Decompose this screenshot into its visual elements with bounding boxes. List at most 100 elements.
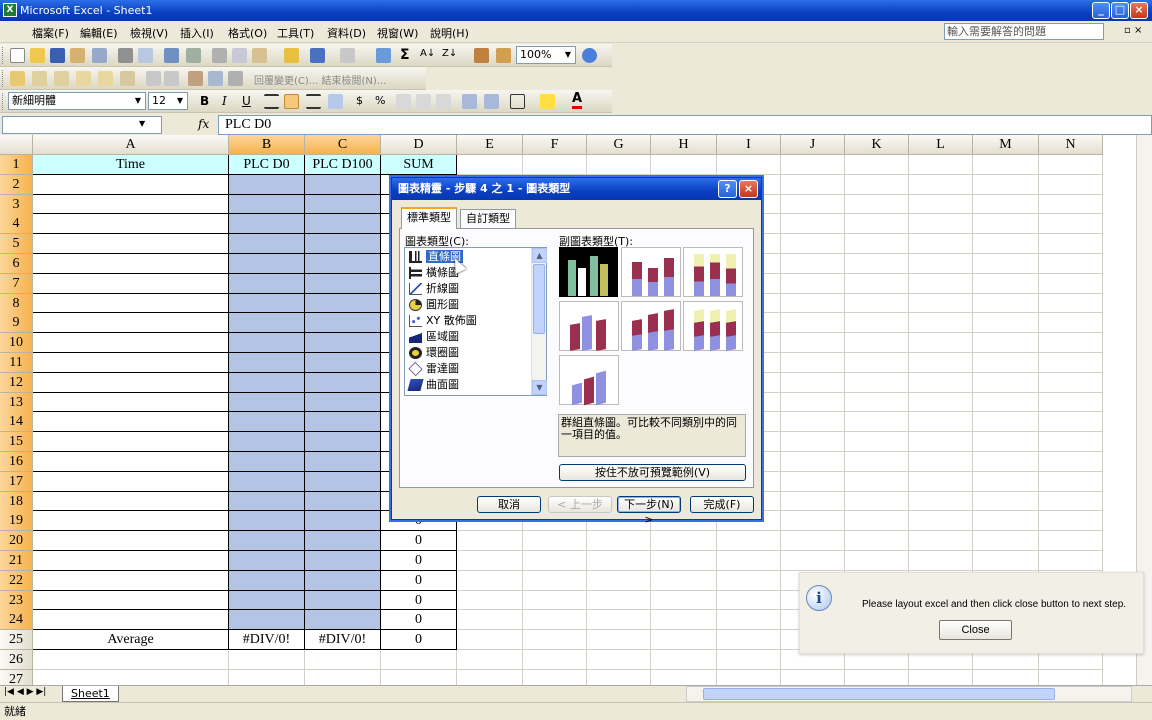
cell-K13[interactable] bbox=[845, 392, 909, 413]
sort-descending-icon[interactable]: Z↓ bbox=[442, 48, 457, 59]
cell-J8[interactable] bbox=[781, 293, 845, 314]
cell-C25[interactable]: #DIV/0! bbox=[305, 630, 381, 650]
toolbar-grip[interactable] bbox=[2, 70, 5, 87]
list-item-line[interactable]: 折線圖 bbox=[407, 281, 529, 297]
cell-K2[interactable] bbox=[845, 174, 909, 195]
cell-G20[interactable] bbox=[587, 531, 651, 551]
cell-J2[interactable] bbox=[781, 174, 845, 195]
cell-C21[interactable] bbox=[305, 551, 381, 571]
next-comment-icon[interactable] bbox=[54, 71, 69, 86]
cell-M8[interactable] bbox=[973, 293, 1039, 314]
cell-L16[interactable] bbox=[909, 452, 973, 472]
cell-K14[interactable] bbox=[845, 412, 909, 433]
cancel-button[interactable]: 取消 bbox=[477, 496, 541, 513]
cell-K17[interactable] bbox=[845, 471, 909, 492]
cell-K3[interactable] bbox=[845, 194, 909, 215]
cell-F25[interactable] bbox=[523, 630, 587, 650]
cell-B24[interactable] bbox=[229, 610, 305, 631]
font-name-select[interactable]: 新細明體 ▼ bbox=[8, 92, 146, 110]
cell-I24[interactable] bbox=[717, 610, 781, 631]
copy-icon[interactable] bbox=[232, 48, 247, 63]
cell-K9[interactable] bbox=[845, 313, 909, 334]
font-size-select[interactable]: 12 ▼ bbox=[148, 92, 188, 110]
send-email-icon[interactable] bbox=[208, 71, 223, 86]
cell-C17[interactable] bbox=[305, 471, 381, 492]
cell-A7[interactable] bbox=[33, 273, 229, 294]
cell-A6[interactable] bbox=[33, 254, 229, 274]
cell-M3[interactable] bbox=[973, 194, 1039, 215]
new-icon[interactable] bbox=[10, 48, 25, 63]
cell-K5[interactable] bbox=[845, 234, 909, 254]
cell-D25[interactable]: 0 bbox=[381, 630, 457, 650]
align-center-icon[interactable] bbox=[284, 94, 299, 109]
cell-J21[interactable] bbox=[781, 551, 845, 571]
cell-C27[interactable] bbox=[305, 669, 381, 685]
cell-A24[interactable] bbox=[33, 610, 229, 631]
cell-L7[interactable] bbox=[909, 273, 973, 294]
previous-comment-icon[interactable] bbox=[32, 71, 47, 86]
cell-J15[interactable] bbox=[781, 432, 845, 452]
cell-J13[interactable] bbox=[781, 392, 845, 413]
menu-format[interactable]: 格式(O) bbox=[228, 25, 267, 41]
cell-B4[interactable] bbox=[229, 214, 305, 235]
cell-N12[interactable] bbox=[1039, 372, 1103, 393]
cell-B15[interactable] bbox=[229, 432, 305, 452]
cell-E25[interactable] bbox=[457, 630, 523, 650]
cell-J17[interactable] bbox=[781, 471, 845, 492]
cell-I23[interactable] bbox=[717, 590, 781, 611]
cell-C15[interactable] bbox=[305, 432, 381, 452]
cell-B13[interactable] bbox=[229, 392, 305, 413]
menu-view[interactable]: 檢視(V) bbox=[130, 25, 168, 41]
cell-J3[interactable] bbox=[781, 194, 845, 215]
open-icon[interactable] bbox=[30, 48, 45, 63]
cell-B14[interactable] bbox=[229, 412, 305, 433]
cell-E21[interactable] bbox=[457, 551, 523, 571]
cell-M11[interactable] bbox=[973, 353, 1039, 373]
row-header[interactable]: 19 bbox=[0, 511, 33, 532]
cell-L4[interactable] bbox=[909, 214, 973, 235]
cell-J4[interactable] bbox=[781, 214, 845, 235]
cell-I27[interactable] bbox=[717, 669, 781, 685]
cell-D23[interactable]: 0 bbox=[381, 590, 457, 611]
cell-L2[interactable] bbox=[909, 174, 973, 195]
scroll-up-icon[interactable]: ▲ bbox=[532, 248, 547, 263]
increase-decimal-icon[interactable] bbox=[416, 94, 431, 109]
column-header[interactable]: J bbox=[781, 135, 845, 155]
cell-B22[interactable] bbox=[229, 570, 305, 591]
chart-wizard-icon[interactable] bbox=[474, 48, 489, 63]
cell-B17[interactable] bbox=[229, 471, 305, 492]
cell-M12[interactable] bbox=[973, 372, 1039, 393]
cell-L17[interactable] bbox=[909, 471, 973, 492]
column-header[interactable]: I bbox=[717, 135, 781, 155]
cell-L5[interactable] bbox=[909, 234, 973, 254]
cell-J14[interactable] bbox=[781, 412, 845, 433]
cell-M13[interactable] bbox=[973, 392, 1039, 413]
column-header[interactable]: N bbox=[1039, 135, 1103, 155]
cell-J11[interactable] bbox=[781, 353, 845, 373]
cell-A27[interactable] bbox=[33, 669, 229, 685]
cell-N10[interactable] bbox=[1039, 333, 1103, 353]
cell-N18[interactable] bbox=[1039, 491, 1103, 512]
cell-J20[interactable] bbox=[781, 531, 845, 551]
increase-indent-icon[interactable] bbox=[484, 94, 499, 109]
list-item-radar[interactable]: 雷達圖 bbox=[407, 361, 529, 377]
cell-M5[interactable] bbox=[973, 234, 1039, 254]
save-icon[interactable] bbox=[50, 48, 65, 63]
row-header[interactable]: 11 bbox=[0, 353, 33, 373]
cell-N15[interactable] bbox=[1039, 432, 1103, 452]
accept-change-icon[interactable] bbox=[164, 71, 179, 86]
row-header[interactable]: 10 bbox=[0, 333, 33, 354]
cell-F1[interactable] bbox=[523, 155, 587, 175]
cell-M4[interactable] bbox=[973, 214, 1039, 235]
cell-L6[interactable] bbox=[909, 254, 973, 274]
cell-C24[interactable] bbox=[305, 610, 381, 631]
undo-icon[interactable] bbox=[310, 48, 325, 63]
cell-C19[interactable] bbox=[305, 511, 381, 532]
row-header[interactable]: 8 bbox=[0, 293, 33, 314]
cell-G23[interactable] bbox=[587, 590, 651, 611]
cell-B1[interactable]: PLC D0 bbox=[229, 155, 305, 175]
cell-G27[interactable] bbox=[587, 669, 651, 685]
cell-H1[interactable] bbox=[651, 155, 717, 175]
spelling-icon[interactable] bbox=[164, 48, 179, 63]
cell-A17[interactable] bbox=[33, 471, 229, 492]
